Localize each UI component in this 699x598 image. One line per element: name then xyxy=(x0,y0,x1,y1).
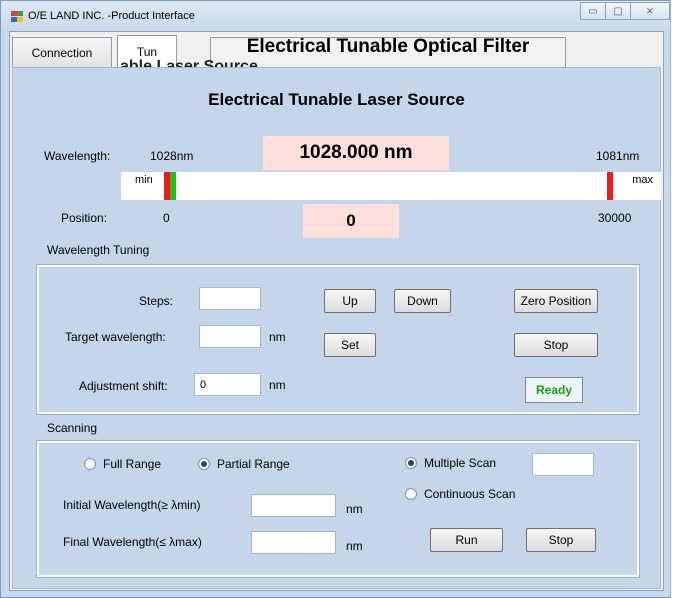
wavelength-max-value: 1081nm xyxy=(596,149,640,163)
status-indicator: Ready xyxy=(525,377,583,403)
partial-range-radio-dot xyxy=(198,458,210,470)
tab-strip: Connection Tun Electrical Tunable Optica… xyxy=(10,32,663,69)
initial-wavelength-unit: nm xyxy=(346,502,363,516)
slider-max-marker xyxy=(607,172,613,200)
adjustment-shift-unit: nm xyxy=(269,378,286,392)
panel-heading: Electrical Tunable Laser Source xyxy=(208,90,465,109)
up-button[interactable]: Up xyxy=(324,289,376,313)
wavelength-label: Wavelength: xyxy=(44,149,111,163)
stop-scan-button[interactable]: Stop xyxy=(526,528,596,552)
tab-tunable-filter[interactable]: Electrical Tunable Optical Filter xyxy=(210,35,566,67)
full-range-label: Full Range xyxy=(103,457,162,471)
minimize-button[interactable]: ▭ xyxy=(580,2,606,20)
partial-range-radio[interactable]: Partial Range xyxy=(198,457,290,471)
steps-input[interactable] xyxy=(199,287,261,310)
position-max-value: 30000 xyxy=(598,211,632,225)
app-icon xyxy=(11,11,23,22)
window-title: O/E LAND INC. -Product Interface xyxy=(28,10,195,22)
slider-max-label: max xyxy=(632,174,653,186)
window-controls: ▭ ▢ ⨯ xyxy=(580,2,670,20)
partial-range-label: Partial Range xyxy=(217,457,290,471)
final-wavelength-label: Final Wavelength(≤ λmax) xyxy=(63,535,202,549)
tab-filter-label: Electrical Tunable Optical Filter xyxy=(246,35,530,57)
scanning-title: Scanning xyxy=(47,421,98,435)
continuous-scan-radio[interactable]: Continuous Scan xyxy=(405,487,515,501)
wavelength-tuning-group: Steps: Up Down Zero Position Target wave… xyxy=(36,264,640,415)
wavelength-min-value: 1028nm xyxy=(150,149,194,163)
down-button[interactable]: Down xyxy=(394,289,451,313)
target-wavelength-label: Target wavelength: xyxy=(65,330,166,344)
zero-position-button[interactable]: Zero Position xyxy=(514,289,598,313)
tab-connection[interactable]: Connection xyxy=(12,37,112,67)
target-wavelength-unit: nm xyxy=(269,330,286,344)
multiple-scan-radio-dot xyxy=(405,457,417,469)
continuous-scan-label: Continuous Scan xyxy=(424,487,516,501)
slider-position-thumb[interactable] xyxy=(170,172,176,200)
wavelength-position-slider[interactable]: min max xyxy=(121,172,661,200)
position-min-value: 0 xyxy=(163,211,170,225)
client-area: Connection Tun Electrical Tunable Optica… xyxy=(9,31,664,591)
full-range-radio[interactable]: Full Range xyxy=(84,457,161,471)
final-wavelength-unit: nm xyxy=(346,539,363,553)
multiple-scan-label: Multiple Scan xyxy=(424,456,497,470)
scanning-group: Full Range Partial Range Multiple Scan C… xyxy=(36,440,640,578)
target-wavelength-input[interactable] xyxy=(199,325,261,348)
close-button[interactable]: ⨯ xyxy=(630,2,670,20)
initial-wavelength-input[interactable] xyxy=(251,494,336,517)
adjustment-shift-input[interactable] xyxy=(194,373,261,396)
run-scan-button[interactable]: Run xyxy=(430,528,503,552)
current-wavelength-display: 1028.000 nm xyxy=(263,136,449,170)
initial-wavelength-label: Initial Wavelength(≥ λmin) xyxy=(63,498,201,512)
laser-source-panel: Electrical Tunable Laser Source Waveleng… xyxy=(12,67,661,589)
maximize-button[interactable]: ▢ xyxy=(605,2,631,20)
stop-tuning-button[interactable]: Stop xyxy=(514,333,598,357)
final-wavelength-input[interactable] xyxy=(251,531,336,554)
multiple-scan-count-input[interactable] xyxy=(532,453,594,476)
tab-overlap-text: able Laser Source xyxy=(120,58,258,67)
adjustment-shift-label: Adjustment shift: xyxy=(79,379,168,393)
title-bar[interactable]: O/E LAND INC. -Product Interface ▭ ▢ ⨯ xyxy=(1,1,670,31)
continuous-scan-radio-dot xyxy=(405,488,417,500)
steps-label: Steps: xyxy=(139,294,174,308)
full-range-radio-dot xyxy=(84,458,96,470)
position-label: Position: xyxy=(61,211,108,225)
slider-min-label: min xyxy=(135,174,153,186)
app-window: O/E LAND INC. -Product Interface ▭ ▢ ⨯ C… xyxy=(0,0,671,598)
current-position-display: 0 xyxy=(303,204,399,238)
set-button[interactable]: Set xyxy=(324,333,376,357)
multiple-scan-radio[interactable]: Multiple Scan xyxy=(405,456,496,470)
wavelength-tuning-title: Wavelength Tuning xyxy=(47,243,150,257)
